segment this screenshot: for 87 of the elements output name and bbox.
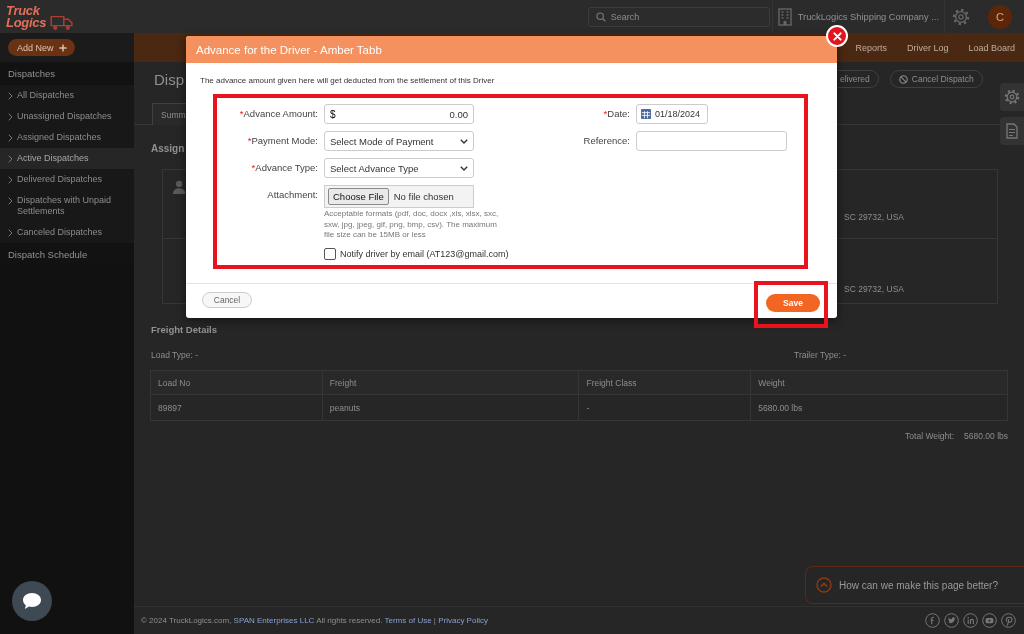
- checkbox[interactable]: [324, 247, 336, 260]
- field-label: Attachment:: [266, 188, 318, 201]
- select-field[interactable]: Select Mode of Payment: [324, 131, 474, 151]
- modal-title: Advance for the Driver - Amber Tabb: [196, 43, 382, 56]
- hint-text: Acceptable formats (pdf, doc, docx ,xls, xlsx, sxc, sxw, jpg, jpeg, gif, png, bmp, csv). The maximum file size can be 15MB or less: [324, 209, 500, 241]
- address-text: SC 29732, USA: [844, 284, 904, 294]
- sidebar-item[interactable]: Assigned Dispatches: [0, 127, 134, 148]
- search-icon: [595, 11, 606, 22]
- load-type-text: Load Type: -: [151, 350, 199, 360]
- field-label: Reference:: [582, 135, 630, 147]
- intro-text: The advance amount given here will get deducted from the settlement of this Driver: [200, 75, 496, 87]
- field-label: *Advance Amount:: [238, 108, 318, 120]
- date-field[interactable]: 01/18/2024: [636, 104, 708, 124]
- pinterest-icon[interactable]: [1001, 613, 1016, 628]
- table-cell: -: [579, 394, 751, 421]
- nav-link[interactable]: Driver Log: [906, 42, 949, 53]
- calendar-icon: [641, 109, 651, 119]
- ban-icon: [898, 74, 908, 84]
- save-button[interactable]: Save: [766, 294, 820, 312]
- sidebar-item[interactable]: All Dispatches: [0, 85, 134, 106]
- youtube-icon[interactable]: [982, 613, 997, 628]
- table-cell: peanuts: [322, 394, 579, 421]
- checkbox-label: Notify driver by email (AT123@gmail.com): [340, 248, 509, 259]
- table-header-cell: Freight Class: [579, 370, 751, 395]
- table-header-cell: Load No: [150, 370, 323, 395]
- footer-link[interactable]: Privacy Policy: [438, 616, 488, 625]
- text-field[interactable]: [636, 131, 787, 151]
- amount-field[interactable]: $ 0.00: [324, 104, 474, 124]
- sidebar-item[interactable]: Canceled Dispatches: [0, 222, 134, 243]
- nav-link[interactable]: Load Board: [968, 42, 1015, 53]
- copyright-text: © 2024 TruckLogics.com, SPAN Enterprises LLC All rights reserved. Terms of Use | Privacy Policy: [141, 616, 488, 625]
- file-status-text: No file chosen: [393, 191, 454, 202]
- section-title: Freight Details: [151, 323, 217, 337]
- total-label: Total Weight:: [905, 430, 955, 443]
- nav-link[interactable]: Reports: [855, 42, 887, 53]
- close-icon: [832, 31, 842, 41]
- table-cell: 89897: [150, 394, 323, 421]
- chevron-up-icon: [816, 577, 832, 593]
- building-icon: [777, 7, 792, 26]
- gear-icon: [1004, 89, 1020, 105]
- settings-button[interactable]: [1000, 83, 1024, 111]
- total-value: 5680.00 lbs: [964, 430, 1008, 443]
- file-field[interactable]: Choose File No file chosen: [324, 185, 474, 208]
- chevron-icon: [8, 112, 13, 121]
- sidebar-item[interactable]: Unassigned Dispatches: [0, 106, 134, 127]
- tab[interactable]: Summ: [152, 103, 186, 125]
- chevron-icon: [8, 133, 13, 142]
- chat-icon: [22, 592, 42, 610]
- add-new-button[interactable]: Add New: [8, 39, 75, 56]
- sidebar-item[interactable]: Active Dispatches: [0, 148, 134, 169]
- feedback-button[interactable]: How can we make this page better?: [805, 566, 1024, 604]
- chevron-down-icon: [460, 165, 468, 171]
- field-label: *Date:: [602, 108, 630, 120]
- page-title: Disp: [154, 70, 184, 88]
- address-text: SC 29732, USA: [844, 212, 904, 222]
- plus-icon: [58, 43, 67, 52]
- footer-link[interactable]: SPAN Enterprises LLC: [233, 616, 315, 625]
- trailer-type-text: Trailer Type: -: [794, 350, 846, 360]
- footer-link[interactable]: Terms of Use: [384, 616, 432, 625]
- sidebar-item[interactable]: Dispatches with Unpaid Settlements: [0, 190, 134, 222]
- cancel-button[interactable]: Cancel: [202, 292, 252, 308]
- chevron-icon: [8, 196, 13, 205]
- chevron-icon: [8, 175, 13, 184]
- currency-symbol: $: [330, 108, 336, 120]
- search-field[interactable]: Search: [587, 6, 770, 27]
- linkedin-icon[interactable]: [963, 613, 978, 628]
- field-label: *Advance Type:: [250, 162, 318, 174]
- settings-icon[interactable]: [952, 7, 970, 26]
- twitter-icon[interactable]: [944, 613, 959, 628]
- facebook-icon[interactable]: [925, 613, 940, 628]
- table-header-cell: Freight: [322, 370, 579, 395]
- chevron-icon: [8, 91, 13, 100]
- document-icon: [1005, 123, 1019, 139]
- section-title: Assign: [151, 142, 185, 156]
- logo[interactable]: Truck Logics: [6, 4, 47, 29]
- table-cell: 5680.00 lbs: [750, 394, 1008, 421]
- chevron-icon: [8, 154, 13, 163]
- notes-button[interactable]: [1000, 117, 1024, 145]
- chevron-down-icon: [460, 138, 468, 144]
- person-icon: [173, 180, 187, 194]
- field-label: *Payment Mode:: [246, 135, 318, 147]
- avatar[interactable]: C: [988, 4, 1012, 29]
- choose-file-button[interactable]: Choose File: [328, 188, 389, 205]
- chevron-icon: [8, 228, 13, 237]
- sidebar-item[interactable]: Delivered Dispatches: [0, 169, 134, 190]
- table-header-cell: Weight: [750, 370, 1008, 395]
- select-field[interactable]: Select Advance Type: [324, 158, 474, 178]
